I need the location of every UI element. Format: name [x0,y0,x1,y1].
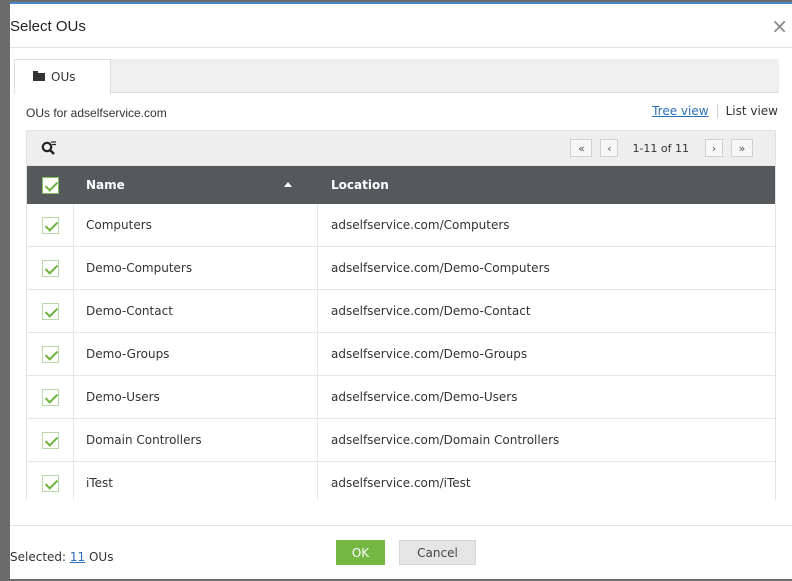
column-name-label: Name [86,178,125,192]
row-check-cell [27,247,74,289]
table-row[interactable]: Demo-Groups adselfservice.com/Demo-Group… [27,333,775,376]
ous-grid: Name Location Computers adselfservice.co… [26,166,776,500]
table-row[interactable]: iTest adselfservice.com/iTest [27,462,775,500]
dialog-header: Select OUs × [10,4,792,48]
tab-bar: OUs [14,59,779,94]
panel-header-label: OUs for adselfservice.com [26,106,167,120]
row-location: adselfservice.com/Demo-Users [331,390,518,404]
ok-button[interactable]: OK [336,540,385,565]
cancel-button[interactable]: Cancel [399,540,476,565]
row-checkbox[interactable] [41,474,59,492]
list-view-link[interactable]: List view [726,104,778,118]
row-location: adselfservice.com/Demo-Contact [331,304,531,318]
dialog-title: Select OUs [10,18,86,35]
select-all-checkbox[interactable] [42,176,59,194]
selected-summary: Selected: 11 OUs [10,550,113,564]
next-page-button[interactable]: › [705,139,723,157]
grid-header: Name Location [27,166,775,204]
row-location: adselfservice.com/Computers [331,218,510,232]
selected-prefix: Selected: [10,550,70,564]
row-name: Demo-Contact [74,290,318,332]
view-separator [716,104,718,118]
tab-ous-label: OUs [51,70,76,84]
table-row[interactable]: Demo-Users adselfservice.com/Demo-Users [27,376,775,419]
row-checkbox[interactable] [41,302,59,320]
row-checkbox[interactable] [41,431,59,449]
row-name: Demo-Users [74,376,318,418]
row-check-cell [27,204,74,246]
row-checkbox[interactable] [41,388,59,406]
row-name: Domain Controllers [74,419,318,461]
row-location: adselfservice.com/Demo-Computers [331,261,550,275]
row-name: iTest [74,462,318,500]
table-row[interactable]: Demo-Contact adselfservice.com/Demo-Cont… [27,290,775,333]
sort-ascending-icon [284,182,292,187]
tree-view-link[interactable]: Tree view [652,104,708,118]
column-header-location[interactable]: Location [318,166,775,204]
row-name: Computers [74,204,318,246]
first-page-button[interactable]: « [570,139,593,157]
grid-toolbar: « ‹ 1-11 of 11 › » [26,130,776,166]
row-name: Demo-Computers [74,247,318,289]
row-check-cell [27,419,74,461]
table-row[interactable]: Computers adselfservice.com/Computers [27,204,775,247]
row-location: adselfservice.com/Domain Controllers [331,433,560,447]
table-row[interactable]: Demo-Computers adselfservice.com/Demo-Co… [27,247,775,290]
row-check-cell [27,462,74,500]
search-filter-icon[interactable] [41,140,57,156]
header-check-cell [27,166,74,204]
table-row[interactable]: Domain Controllers adselfservice.com/Dom… [27,419,775,462]
row-location: adselfservice.com/iTest [331,476,471,490]
tab-ous[interactable]: OUs [14,59,111,94]
dialog-footer: Selected: 11 OUs OK Cancel [10,525,792,577]
last-page-button[interactable]: » [731,139,753,157]
view-switcher: Tree view List view [652,104,778,118]
close-icon[interactable]: × [771,14,788,38]
row-name: Demo-Groups [74,333,318,375]
row-checkbox[interactable] [41,216,59,234]
row-check-cell [27,376,74,418]
folder-icon [33,71,45,81]
selected-count-link[interactable]: 11 [70,550,85,564]
row-check-cell [27,333,74,375]
selected-suffix: OUs [85,550,114,564]
pager-text: 1-11 of 11 [632,141,689,155]
column-header-name[interactable]: Name [74,166,318,204]
row-check-cell [27,290,74,332]
row-location: adselfservice.com/Demo-Groups [331,347,528,361]
row-checkbox[interactable] [41,259,59,277]
prev-page-button[interactable]: ‹ [600,139,619,157]
row-checkbox[interactable] [41,345,59,363]
column-location-label: Location [331,178,389,192]
pager: « ‹ 1-11 of 11 › » [562,139,753,157]
